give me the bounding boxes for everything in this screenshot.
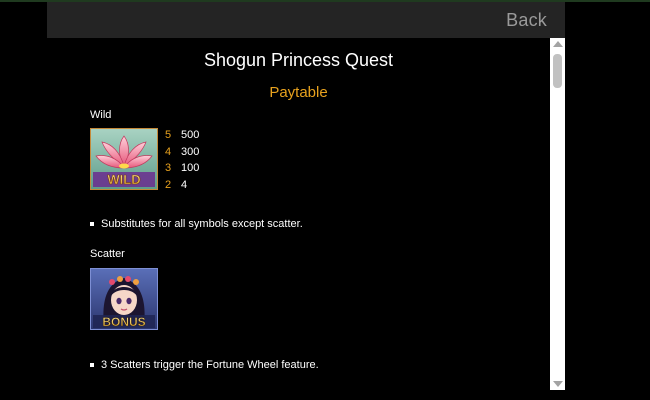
game-title: Shogun Princess Quest (203, 50, 394, 70)
scroll-thumb[interactable] (553, 54, 562, 88)
payout-count: 3 (165, 162, 172, 174)
wild-label: Wild (90, 109, 112, 121)
princess-portrait-icon: BONUS (90, 268, 158, 330)
bullet-icon (90, 363, 94, 367)
bullet-icon (90, 222, 94, 226)
scatter-label: Scatter (90, 248, 125, 260)
wild-note-text: Substitutes for all symbols except scatt… (101, 218, 303, 230)
payout-row: 5 500 (165, 127, 199, 144)
paytable-screen: Back Shogun Princess Quest Paytable Wild (0, 0, 650, 400)
header-bar: Back (47, 2, 565, 38)
scroll-down-icon[interactable] (553, 381, 563, 387)
scatter-symbol-text: BONUS (102, 315, 145, 329)
scatter-symbol: BONUS (90, 268, 158, 330)
wild-note: Substitutes for all symbols except scatt… (90, 218, 303, 230)
payout-amount: 300 (181, 145, 200, 158)
payout-amount: 100 (181, 162, 200, 174)
scroll-up-icon[interactable] (553, 41, 563, 47)
section-title: Paytable (269, 84, 328, 101)
vertical-scrollbar[interactable] (550, 38, 565, 390)
scatter-note: 3 Scatters trigger the Fortune Wheel fea… (90, 359, 319, 371)
payout-row: 4 300 (165, 144, 199, 161)
payout-amount: 4 (181, 178, 188, 191)
payout-amount: 500 (181, 129, 200, 141)
payout-row: 3 100 (165, 160, 199, 177)
wild-symbol: WILD (90, 128, 158, 190)
payout-count: 4 (165, 145, 172, 158)
wild-symbol-text: WILD (107, 172, 140, 187)
payout-count: 5 (165, 129, 172, 141)
wild-payouts: 5 500 4 300 3 100 2 4 (165, 127, 199, 193)
scatter-note-text: 3 Scatters trigger the Fortune Wheel fea… (101, 359, 319, 371)
payout-count: 2 (165, 178, 172, 191)
paytable-content: Shogun Princess Quest Paytable Wild WILD… (47, 38, 550, 400)
payout-row: 2 4 (165, 177, 199, 194)
lotus-flower-icon: WILD (90, 128, 158, 190)
back-button[interactable]: Back (506, 10, 547, 31)
